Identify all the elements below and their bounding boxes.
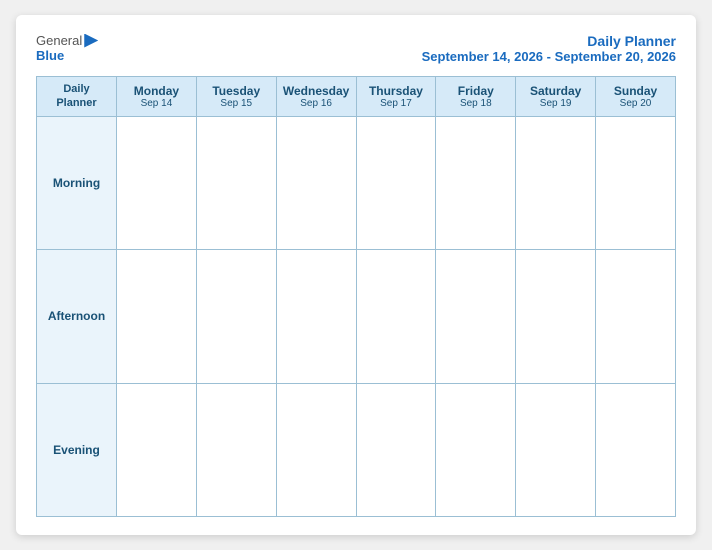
- cell-afternoon-tuesday[interactable]: [196, 250, 276, 383]
- cell-evening-friday[interactable]: [436, 383, 516, 516]
- cell-morning-saturday[interactable]: [516, 116, 596, 249]
- col-header-saturday: SaturdaySep 19: [516, 77, 596, 117]
- col-header-sunday: SundaySep 20: [596, 77, 676, 117]
- row-label-afternoon: Afternoon: [37, 250, 117, 383]
- cell-evening-saturday[interactable]: [516, 383, 596, 516]
- row-label-morning: Morning: [37, 116, 117, 249]
- cell-afternoon-thursday[interactable]: [356, 250, 436, 383]
- cell-evening-wednesday[interactable]: [276, 383, 356, 516]
- cell-morning-wednesday[interactable]: [276, 116, 356, 249]
- cell-afternoon-wednesday[interactable]: [276, 250, 356, 383]
- cell-afternoon-sunday[interactable]: [596, 250, 676, 383]
- title-sub: September 14, 2026 - September 20, 2026: [422, 49, 676, 64]
- table-header-row: DailyPlanner MondaySep 14TuesdaySep 15We…: [37, 77, 676, 117]
- cell-afternoon-monday[interactable]: [117, 250, 197, 383]
- title-main: Daily Planner: [422, 33, 676, 49]
- col-header-wednesday: WednesdaySep 16: [276, 77, 356, 117]
- header-title: Daily Planner September 14, 2026 - Septe…: [422, 33, 676, 64]
- table-row: Evening: [37, 383, 676, 516]
- logo-blue: Blue: [36, 48, 64, 63]
- logo: General Blue: [36, 33, 98, 63]
- logo-icon: [84, 34, 98, 48]
- row-label-evening: Evening: [37, 383, 117, 516]
- cell-morning-tuesday[interactable]: [196, 116, 276, 249]
- logo-general: General: [36, 33, 82, 48]
- col-header-monday: MondaySep 14: [117, 77, 197, 117]
- cell-evening-monday[interactable]: [117, 383, 197, 516]
- table-row: Morning: [37, 116, 676, 249]
- header: General Blue Daily Planner September 14,…: [36, 33, 676, 64]
- col-header-tuesday: TuesdaySep 15: [196, 77, 276, 117]
- planner-table: DailyPlanner MondaySep 14TuesdaySep 15We…: [36, 76, 676, 517]
- cell-evening-thursday[interactable]: [356, 383, 436, 516]
- cell-morning-sunday[interactable]: [596, 116, 676, 249]
- cell-afternoon-friday[interactable]: [436, 250, 516, 383]
- cell-morning-friday[interactable]: [436, 116, 516, 249]
- cell-morning-thursday[interactable]: [356, 116, 436, 249]
- col-header-friday: FridaySep 18: [436, 77, 516, 117]
- col-header-thursday: ThursdaySep 17: [356, 77, 436, 117]
- cell-evening-sunday[interactable]: [596, 383, 676, 516]
- cell-evening-tuesday[interactable]: [196, 383, 276, 516]
- daily-planner-header: DailyPlanner: [37, 77, 117, 117]
- table-row: Afternoon: [37, 250, 676, 383]
- cell-morning-monday[interactable]: [117, 116, 197, 249]
- cell-afternoon-saturday[interactable]: [516, 250, 596, 383]
- page: General Blue Daily Planner September 14,…: [16, 15, 696, 535]
